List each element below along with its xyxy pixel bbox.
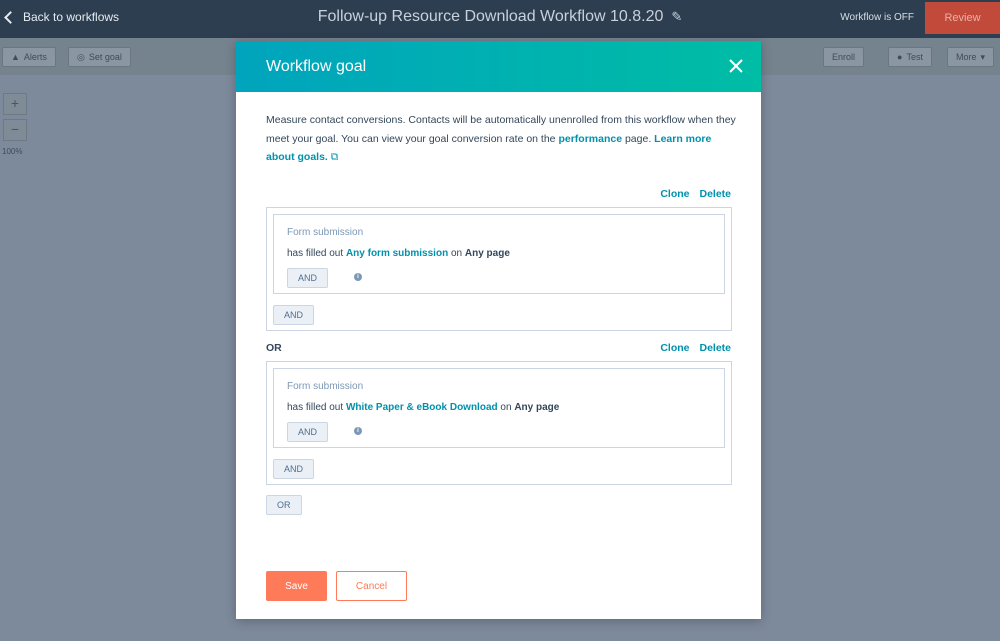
more-dropdown[interactable]: More ▾ xyxy=(947,47,995,67)
save-button[interactable]: Save xyxy=(266,571,327,601)
or-button[interactable]: OR xyxy=(266,495,302,515)
workflow-goal-modal: Workflow goal Measure contact conversion… xyxy=(236,41,761,619)
zoom-in-button[interactable]: + xyxy=(3,93,27,115)
description-text-2: page. xyxy=(622,132,655,145)
outer-and-button[interactable]: AND xyxy=(273,305,315,325)
filter-prefix: has filled out xyxy=(287,402,346,413)
delete-button[interactable]: Delete xyxy=(699,342,731,354)
page-value: Any page xyxy=(514,402,560,413)
workflow-status: Workflow is OFF xyxy=(840,12,914,23)
modal-title: Workflow goal xyxy=(266,58,367,75)
external-link-icon: ⧉ xyxy=(330,151,339,163)
inner-and-button[interactable]: AND xyxy=(287,268,329,288)
zoom-out-button[interactable]: − xyxy=(3,119,27,141)
filter-type-label: Form submission xyxy=(287,227,364,238)
filter-criteria: has filled out Any form submission on An… xyxy=(287,248,510,259)
warning-icon: ▲ xyxy=(11,52,20,62)
enroll-button[interactable]: Enroll xyxy=(823,47,865,67)
form-name-link[interactable]: White Paper & eBook Download xyxy=(346,402,498,413)
performance-link[interactable]: performance xyxy=(558,133,622,145)
filter-middle: on xyxy=(448,248,465,259)
goal-group: Form submission has filled out White Pap… xyxy=(266,361,732,485)
test-label: Test xyxy=(906,52,923,62)
goal-group: Form submission has filled out Any form … xyxy=(266,207,732,331)
alerts-button[interactable]: ▲ Alerts xyxy=(2,47,56,67)
close-icon[interactable] xyxy=(727,57,745,75)
group-actions: Clone Delete xyxy=(660,188,731,200)
modal-header: Workflow goal xyxy=(236,41,761,92)
inner-and-button[interactable]: AND xyxy=(287,422,329,442)
info-icon[interactable]: i xyxy=(354,427,362,435)
outer-and-button[interactable]: AND xyxy=(273,459,315,479)
page-value: Any page xyxy=(464,248,510,259)
more-label: More xyxy=(956,52,977,62)
filter-card[interactable]: Form submission has filled out Any form … xyxy=(273,214,725,294)
filter-criteria: has filled out White Paper & eBook Downl… xyxy=(287,402,559,413)
delete-button[interactable]: Delete xyxy=(699,188,731,200)
filter-type-label: Form submission xyxy=(287,381,364,392)
filter-card[interactable]: Form submission has filled out White Pap… xyxy=(273,368,725,448)
top-bar: Back to workflows Follow-up Resource Dow… xyxy=(0,0,1000,38)
enroll-label: Enroll xyxy=(832,52,856,62)
clone-button[interactable]: Clone xyxy=(660,188,689,200)
clone-button[interactable]: Clone xyxy=(660,342,689,354)
pencil-icon[interactable]: ✎ xyxy=(671,9,682,25)
test-button[interactable]: ● Test xyxy=(888,47,932,67)
workflow-title-text[interactable]: Follow-up Resource Download Workflow 10.… xyxy=(318,8,664,25)
goal-description: Measure contact conversions. Contacts wi… xyxy=(266,111,736,167)
zoom-level: 100% xyxy=(2,147,23,156)
review-button[interactable]: Review xyxy=(925,2,1000,34)
info-icon[interactable]: i xyxy=(354,273,362,281)
or-separator: OR xyxy=(266,342,282,354)
filter-prefix: has filled out xyxy=(287,248,346,259)
form-name-link[interactable]: Any form submission xyxy=(346,248,448,259)
set-goal-button[interactable]: ◎ Set goal xyxy=(68,47,131,67)
caret-down-icon: ▾ xyxy=(980,51,986,62)
cancel-button[interactable]: Cancel xyxy=(336,571,407,601)
alerts-label: Alerts xyxy=(23,52,47,62)
filter-middle: on xyxy=(497,402,515,413)
set-goal-label: Set goal xyxy=(88,52,122,62)
group-actions: Clone Delete xyxy=(660,342,731,354)
user-icon: ● xyxy=(897,52,903,62)
target-icon: ◎ xyxy=(77,51,85,62)
